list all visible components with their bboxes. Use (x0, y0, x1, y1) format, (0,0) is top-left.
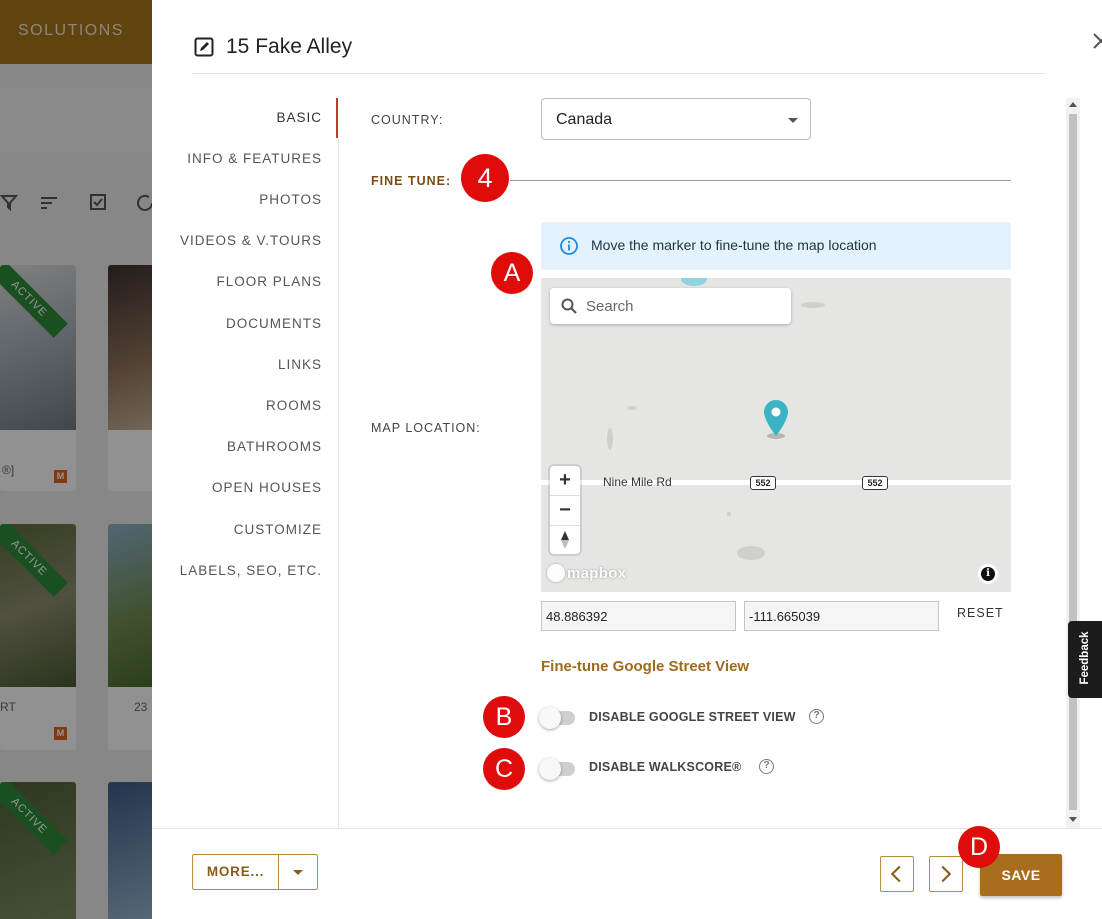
location-map[interactable]: Nine Mile Rd 552 552 + − (541, 278, 1011, 592)
map-location-label: MAP LOCATION: (371, 421, 481, 435)
zoom-out-button[interactable]: − (550, 496, 580, 525)
modal-backdrop[interactable] (0, 0, 160, 919)
basic-section-content: COUNTRY: Canada FINE TUNE: 4 Move the ma… (340, 96, 1070, 828)
map-attribution-button[interactable]: i (978, 564, 998, 584)
disable-walkscore-label: DISABLE WALKSCORE® (589, 760, 742, 774)
chevron-down-icon (788, 118, 798, 123)
mapbox-logo-icon (547, 564, 565, 582)
caret-down-icon (293, 870, 303, 875)
map-marker-icon[interactable] (761, 398, 791, 440)
scroll-down-icon[interactable] (1069, 817, 1077, 822)
toggle-knob (539, 707, 561, 729)
nav-item-documents[interactable]: DOCUMENTS (226, 316, 322, 331)
nav-item-info-features[interactable]: INFO & FEATURES (187, 151, 322, 166)
map-navigation-control: + − (550, 466, 580, 554)
nav-item-rooms[interactable]: ROOMS (266, 398, 322, 413)
map-road-name: Nine Mile Rd (603, 475, 672, 489)
modal-title: 15 Fake Alley (226, 35, 353, 58)
road-shield: 552 (862, 476, 888, 490)
scroll-up-icon[interactable] (1069, 102, 1077, 107)
nav-item-customize[interactable]: CUSTOMIZE (234, 522, 322, 537)
fine-tune-street-view-link[interactable]: Fine-tune Google Street View (541, 658, 749, 675)
more-dropdown-button[interactable] (279, 855, 317, 889)
toggle-knob (539, 758, 561, 780)
mapbox-logo-text: mapbox (567, 565, 627, 582)
disable-street-view-label: DISABLE GOOGLE STREET VIEW (589, 710, 796, 724)
map-search-input[interactable] (586, 288, 786, 324)
nav-item-photos[interactable]: PHOTOS (259, 192, 322, 207)
info-icon (560, 237, 578, 255)
fine-tune-heading: FINE TUNE: (371, 174, 452, 188)
road-shield: 552 (750, 476, 776, 490)
nav-item-links[interactable]: LINKS (278, 357, 322, 372)
chevron-left-icon (890, 865, 901, 883)
map-terrain (801, 302, 825, 308)
longitude-input[interactable] (744, 601, 939, 631)
fine-tune-divider (510, 180, 1011, 181)
edit-listing-modal: 15 Fake Alley BASIC INFO & FEATURES PHOT… (152, 0, 1102, 919)
help-icon[interactable]: ? (759, 759, 774, 774)
nav-item-videos-tours[interactable]: VIDEOS & V.TOURS (180, 233, 322, 248)
info-message: Move the marker to fine-tune the map loc… (591, 237, 877, 253)
nav-item-labels-seo[interactable]: LABELS, SEO, ETC. (180, 563, 322, 578)
close-icon[interactable] (1090, 30, 1102, 52)
mapbox-logo: mapbox (547, 564, 626, 582)
map-terrain (737, 546, 765, 560)
map-search-box[interactable] (550, 288, 791, 324)
modal-footer: MORE... SAVE D (152, 826, 1102, 919)
reset-button[interactable]: RESET (957, 606, 1004, 620)
disable-street-view-toggle[interactable] (539, 706, 577, 729)
previous-button[interactable] (880, 856, 914, 892)
disable-walkscore-toggle[interactable] (539, 757, 577, 780)
content-scrollbar[interactable] (1066, 98, 1080, 828)
nav-item-bathrooms[interactable]: BATHROOMS (227, 439, 322, 454)
edit-icon (194, 37, 214, 57)
map-terrain (627, 406, 637, 410)
nav-item-floor-plans[interactable]: FLOOR PLANS (216, 274, 322, 289)
feedback-label: Feedback (1079, 631, 1091, 685)
next-button[interactable] (929, 856, 963, 892)
search-icon (561, 298, 577, 314)
country-label: COUNTRY: (371, 113, 444, 127)
nav-active-indicator (336, 98, 338, 138)
chevron-right-icon (941, 865, 952, 883)
background-app: SOLUTIONS ACTIVE ®] M ACTIVE RT M 23 ACT… (0, 0, 160, 919)
info-banner: Move the marker to fine-tune the map loc… (541, 222, 1011, 270)
country-select[interactable]: Canada (541, 98, 811, 140)
nav-divider (338, 138, 339, 828)
info-icon: i (981, 567, 995, 581)
help-icon[interactable]: ? (809, 709, 824, 724)
nav-item-open-houses[interactable]: OPEN HOUSES (212, 480, 322, 495)
annotation-badge-d: D (958, 826, 1000, 868)
country-select-value: Canada (556, 111, 613, 128)
map-terrain (727, 512, 731, 516)
compass-button[interactable] (550, 525, 580, 554)
annotation-badge-c: C (483, 748, 525, 790)
map-water (681, 278, 707, 286)
modal-header: 15 Fake Alley (192, 0, 1102, 74)
zoom-in-button[interactable]: + (550, 466, 580, 495)
feedback-tab[interactable]: Feedback (1068, 621, 1102, 698)
annotation-badge-4: 4 (461, 154, 509, 202)
more-split-button: MORE... (192, 854, 318, 890)
latitude-input[interactable] (541, 601, 736, 631)
nav-item-basic[interactable]: BASIC (276, 110, 322, 125)
scrollbar-thumb[interactable] (1069, 114, 1077, 810)
more-button[interactable]: MORE... (193, 855, 278, 889)
compass-icon (561, 531, 569, 549)
map-terrain (607, 428, 613, 450)
annotation-badge-a: A (491, 252, 533, 294)
annotation-badge-b: B (483, 696, 525, 738)
